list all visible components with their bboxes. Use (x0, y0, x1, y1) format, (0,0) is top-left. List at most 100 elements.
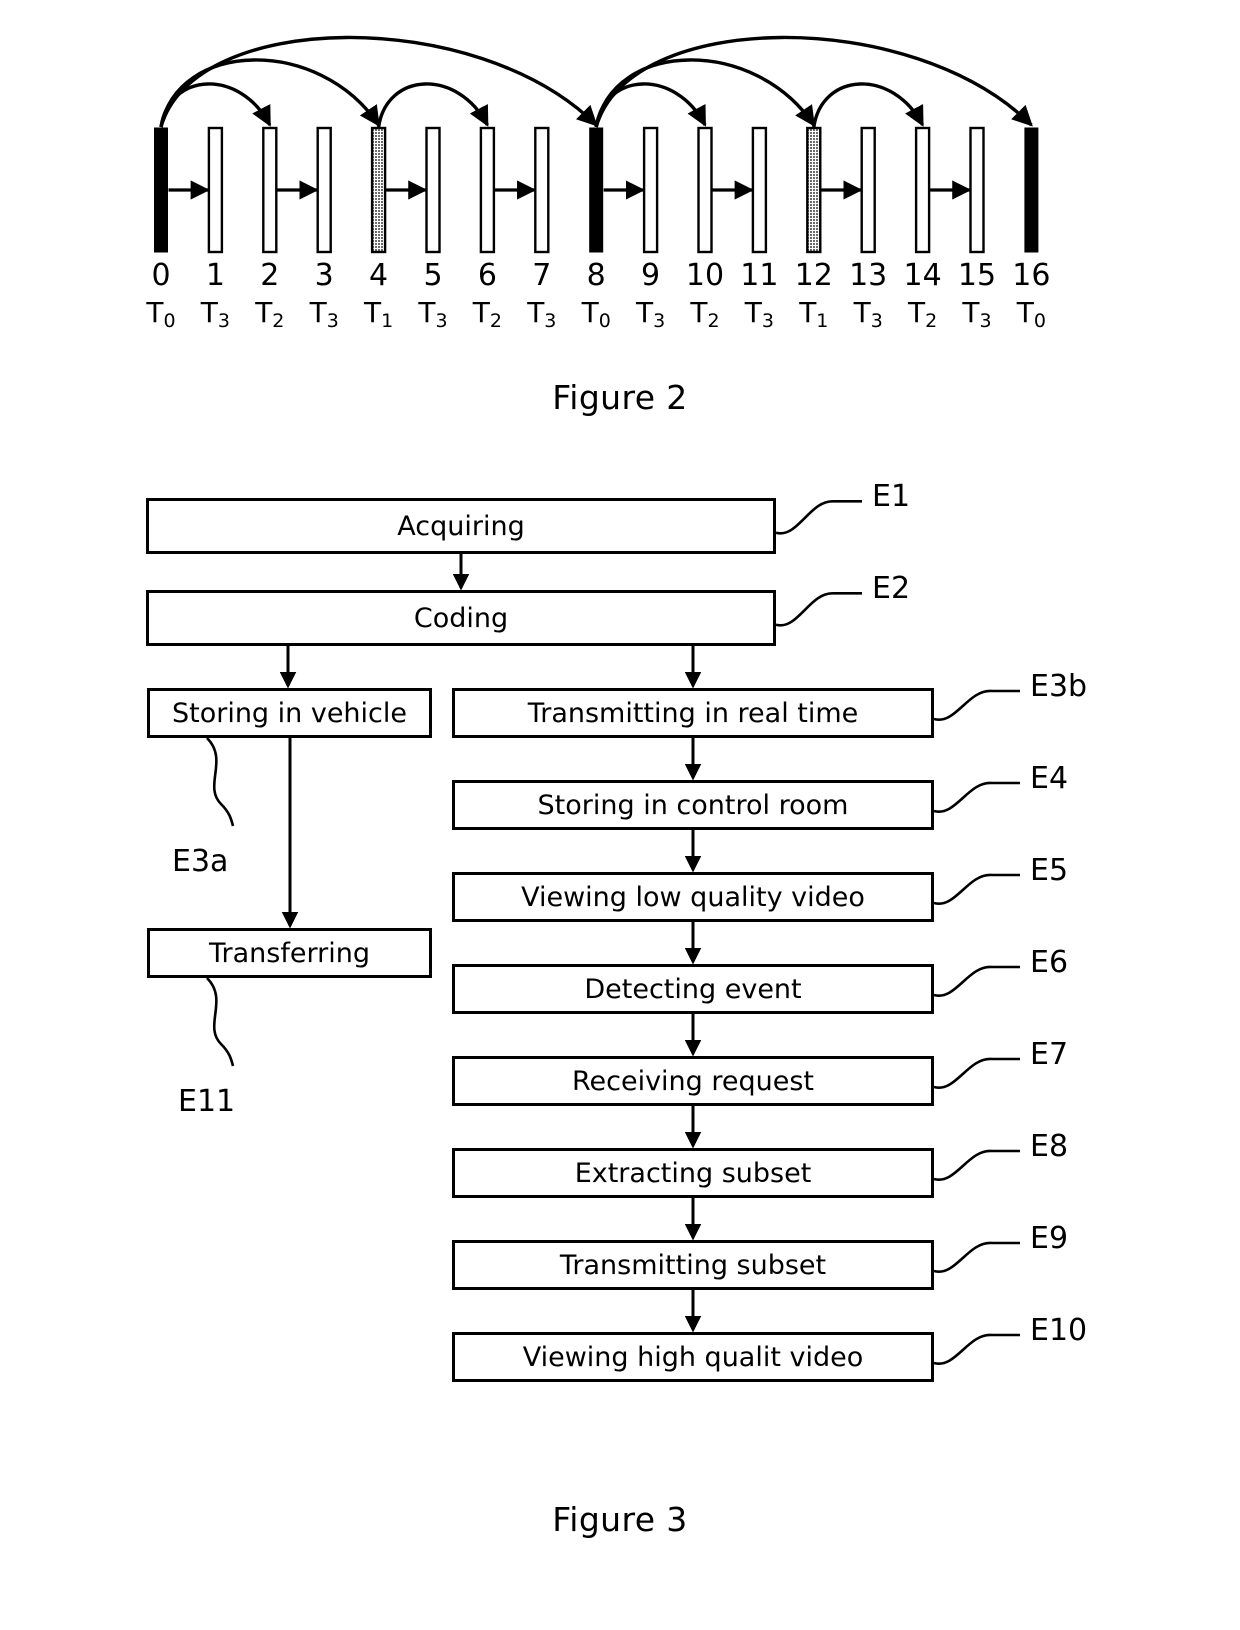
temporal-layer-T2: T2 (472, 296, 502, 332)
leader-line-e4 (933, 781, 1020, 813)
process-box-label: Transferring (209, 937, 370, 969)
reference-label-e2: E2 (872, 571, 911, 607)
process-box-label: Acquiring (397, 510, 525, 542)
process-box-e9: Transmitting subset (452, 1240, 934, 1290)
reference-label-e9: E9 (1030, 1221, 1069, 1256)
frame-bar-11 (751, 126, 768, 254)
temporal-layer-T3: T3 (200, 296, 230, 332)
frame-index-16: 16 (1012, 258, 1051, 293)
leader-line-e10 (933, 1333, 1020, 1365)
leader-line-e3b (933, 689, 1020, 721)
prediction-arc-4-to-6 (376, 82, 489, 128)
process-box-label: Storing in control room (537, 789, 849, 821)
process-box-e2: Coding (146, 590, 776, 646)
frame-index-10: 10 (685, 258, 725, 293)
frame-bar-2 (262, 126, 278, 254)
frame-bar-4 (370, 126, 387, 254)
prediction-arc-8-to-16 (594, 35, 1033, 128)
frame-index-0: 0 (151, 258, 171, 293)
process-box-label: Viewing high qualit video (522, 1341, 864, 1373)
leader-line-e6 (933, 965, 1020, 997)
temporal-layer-T3: T3 (853, 296, 883, 332)
frame-index-11: 11 (740, 258, 779, 293)
reference-label-e11: E11 (178, 1084, 236, 1119)
temporal-layer-T0: T0 (1016, 296, 1046, 332)
leader-line-e5 (933, 873, 1020, 905)
leader-line-e2 (775, 592, 862, 627)
process-box-e3b: Transmitting in real time (452, 688, 934, 738)
reference-label-e7: E7 (1030, 1037, 1069, 1072)
leader-line-e8 (933, 1149, 1020, 1181)
prediction-arcs-group (159, 35, 1033, 128)
temporal-layer-T0: T0 (581, 296, 611, 332)
frame-index-7: 7 (532, 258, 552, 293)
reference-label-e3b: E3b (1030, 669, 1088, 704)
frame-index-1: 1 (205, 258, 225, 293)
temporal-layer-T0: T0 (146, 296, 176, 332)
reference-label-e3a: E3a (172, 844, 229, 879)
process-box-e11: Transferring (147, 928, 432, 978)
temporal-layer-T2: T2 (907, 296, 938, 332)
figure-3-container: Acquiring Coding Storing in vehicle Transfe… (0, 470, 1240, 1480)
prediction-arc-12-to-14 (812, 82, 925, 128)
prediction-arc-0-to-8 (159, 35, 598, 128)
frame-index-12: 12 (794, 258, 833, 293)
temporal-layer-T2: T2 (690, 296, 720, 332)
reference-label-e5: E5 (1030, 853, 1069, 888)
reference-label-e8: E8 (1030, 1129, 1069, 1164)
temporal-layer-T3: T3 (635, 296, 666, 332)
process-box-label: Extracting subset (574, 1157, 812, 1189)
figure-3-caption: Figure 3 (552, 1500, 688, 1539)
figure-2-caption: Figure 2 (552, 378, 688, 417)
frame-bar-12 (806, 126, 822, 254)
process-box-label: Viewing low quality video (521, 881, 865, 913)
frame-index-9: 9 (641, 258, 661, 293)
frame-bar-7 (534, 126, 550, 254)
process-box-label: Transmitting in real time (527, 697, 859, 729)
temporal-layer-T1: T1 (363, 296, 394, 332)
process-box-label: Receiving request (571, 1065, 815, 1097)
frame-bar-1 (207, 126, 224, 254)
reference-label-e10: E10 (1030, 1313, 1088, 1348)
leader-line-e3a (206, 737, 235, 827)
leader-line-e1 (775, 500, 862, 535)
frame-index-5: 5 (423, 258, 443, 293)
frame-bar-5 (425, 126, 441, 254)
frame-index-13: 13 (849, 258, 888, 293)
reference-label-e1: E1 (872, 479, 911, 515)
process-box-e10: Viewing high qualit video (452, 1332, 934, 1382)
process-box-e7: Receiving request (452, 1056, 934, 1106)
temporal-layer-T3: T3 (418, 296, 448, 332)
temporal-layer-T3: T3 (309, 296, 339, 332)
process-box-e4: Storing in control room (452, 780, 934, 830)
frame-bar-14 (914, 126, 931, 254)
reference-label-e4: E4 (1030, 761, 1069, 796)
frame-bar-16 (1024, 127, 1039, 253)
figure-2-container: 0 1 2 3 4 5 6 7 8 9 10 11 12 13 14 15 16 T0 T3 T2 T3 T1 T3 T2 T… (0, 0, 1240, 440)
frame-index-15: 15 (957, 258, 997, 293)
temporal-layer-T1: T1 (799, 296, 829, 332)
process-box-e1: Acquiring (146, 498, 776, 554)
frame-bar-13 (860, 126, 876, 254)
leader-line-e7 (933, 1057, 1020, 1089)
temporal-layer-T3: T3 (744, 296, 774, 332)
temporal-layer-T3: T3 (962, 296, 992, 332)
process-box-e8: Extracting subset (452, 1148, 934, 1198)
frame-index-3: 3 (314, 258, 334, 293)
frame-bar-10 (697, 126, 713, 254)
frame-index-14: 14 (903, 258, 942, 293)
frame-bar-0 (154, 127, 168, 253)
prediction-arc-0-to-4 (159, 58, 381, 128)
process-box-e3a: Storing in vehicle (147, 688, 432, 738)
process-box-label: Transmitting subset (559, 1249, 827, 1281)
frame-bar-6 (479, 126, 496, 254)
process-box-e6: Detecting event (452, 964, 934, 1014)
frame-bar-8 (589, 127, 604, 253)
temporal-layer-T2: T2 (255, 296, 285, 332)
frame-bar-3 (316, 126, 332, 254)
frame-index-4: 4 (369, 258, 389, 293)
frame-bar-15 (969, 126, 985, 254)
frame-index-6: 6 (477, 258, 497, 293)
frame-bar-9 (642, 126, 659, 254)
frame-index-2: 2 (260, 258, 280, 293)
